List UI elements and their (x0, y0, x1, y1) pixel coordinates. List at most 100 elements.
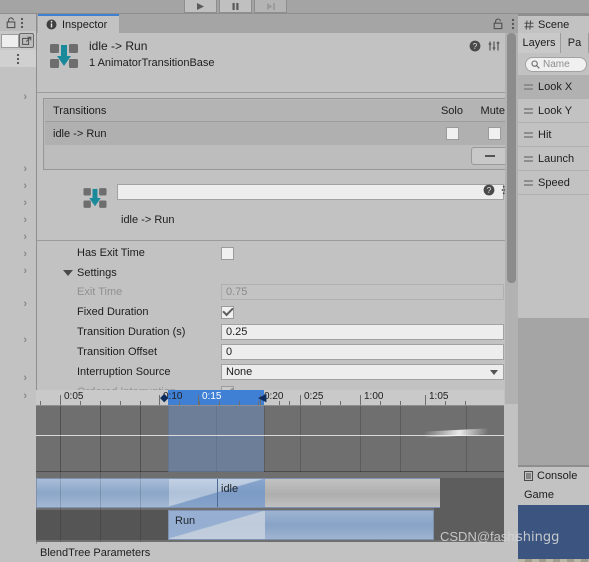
ruler-label: 0:05 (64, 391, 84, 402)
interruption-source-select[interactable]: None (221, 364, 504, 380)
parameter-label: Look X (538, 80, 573, 93)
watermark-text-overlap: shingg (516, 530, 560, 545)
tab-layers[interactable]: Layers (518, 33, 561, 53)
chevron-right-icon[interactable]: › (23, 249, 27, 260)
inspector-scrollbar[interactable] (505, 33, 518, 404)
chevron-right-icon[interactable]: › (23, 181, 27, 192)
solo-checkbox[interactable] (446, 127, 459, 140)
tab-inspector[interactable]: Inspector (38, 14, 120, 33)
table-row[interactable]: idle -> Run (45, 122, 513, 145)
parameter-label: Launch (538, 152, 575, 165)
lock-icon[interactable] (6, 16, 16, 29)
transition-object-field-block: ? idle -> Run (37, 176, 519, 238)
transition-name-input[interactable] (117, 184, 504, 200)
drag-handle-icon[interactable] (524, 82, 533, 92)
remove-transition-button[interactable] (471, 147, 509, 165)
chevron-right-icon[interactable]: › (23, 92, 27, 103)
transitions-header-label: Transitions (53, 104, 107, 117)
right-panel: Scene Layers Pa Name Look X Look Y Hit L… (516, 14, 589, 562)
property-label: Transition Offset (77, 346, 158, 358)
popup-window-icon[interactable] (19, 33, 34, 48)
settings-foldout-label: Settings (77, 266, 117, 279)
search-placeholder: Name (543, 58, 570, 70)
console-icon (524, 470, 533, 481)
chevron-right-icon[interactable]: › (23, 266, 27, 277)
transition-properties: Has Exit Time Settings Exit Time 0.75 Fi… (37, 243, 519, 402)
tab-parameters[interactable]: Pa (561, 33, 589, 53)
help-icon[interactable]: ? (483, 184, 495, 196)
property-label: Transition Duration (s) (77, 326, 186, 338)
play-button[interactable] (184, 0, 217, 13)
timeline-tracks: idle Run (36, 406, 504, 542)
header-divider (37, 92, 519, 93)
property-label: Fixed Duration (77, 306, 149, 318)
chevron-right-icon[interactable]: › (23, 198, 27, 209)
ruler-label: 1:00 (364, 391, 384, 402)
left-drag-handle-icon[interactable]: ◆ (160, 391, 169, 405)
transition-offset-field[interactable]: 0 (221, 344, 504, 360)
mute-checkbox[interactable] (488, 127, 501, 140)
kebab-menu-icon[interactable] (511, 18, 515, 30)
preset-sliders-icon[interactable] (488, 40, 500, 52)
kebab-menu-icon[interactable] (20, 17, 24, 29)
step-button[interactable] (254, 0, 287, 13)
idle-tail-region (265, 479, 440, 507)
chevron-right-icon[interactable]: › (23, 164, 27, 175)
exit-time-field: 0.75 (221, 284, 504, 300)
objectfield-divider (37, 240, 519, 241)
animator-transition-icon (81, 184, 109, 212)
has-exit-time-checkbox[interactable] (221, 246, 234, 260)
fixed-duration-checkbox[interactable] (221, 305, 234, 319)
object-header: idle -> Run 1 AnimatorTransitionBase ? (37, 33, 519, 81)
list-item[interactable]: Speed (518, 171, 589, 195)
drag-handle-icon[interactable] (524, 178, 533, 188)
ruler-label: 0:15 (202, 391, 222, 402)
blendtree-parameters-label: BlendTree Parameters (40, 547, 151, 559)
parameter-label: Speed (538, 176, 570, 189)
list-item[interactable]: Look X (518, 75, 589, 99)
partial-input-field[interactable] (1, 33, 19, 48)
drag-handle-icon[interactable] (524, 106, 533, 116)
transition-timeline: 0:05 0:10 0:15 0:20 0:25 1:00 1:05 ◆ ◀ i… (36, 390, 504, 542)
list-item[interactable]: Look Y (518, 99, 589, 123)
transition-sub-label: idle -> Run (121, 214, 175, 226)
chevron-right-icon[interactable]: › (23, 391, 27, 402)
parameter-search-row: Name (518, 53, 589, 75)
triangle-down-icon (63, 269, 73, 276)
chevron-right-icon[interactable]: › (23, 299, 27, 310)
help-icon[interactable]: ? (469, 40, 481, 52)
transition-duration-field[interactable]: 0.25 (221, 324, 504, 340)
settings-foldout[interactable]: Settings (37, 263, 519, 282)
tab-scene-label: Scene (538, 18, 570, 31)
chevron-right-icon[interactable]: › (23, 335, 27, 346)
chevron-right-icon[interactable]: › (23, 215, 27, 226)
tab-scene[interactable]: Scene (518, 14, 589, 33)
left-strip-menu-row[interactable] (0, 50, 36, 67)
pause-button[interactable] (219, 0, 252, 13)
property-label: Exit Time (77, 286, 123, 298)
chevron-right-icon[interactable]: › (23, 373, 27, 384)
search-input[interactable]: Name (525, 56, 587, 72)
parameters-list: Look X Look Y Hit Launch Speed (518, 75, 589, 318)
chevron-down-icon (490, 369, 498, 375)
drag-handle-icon[interactable] (524, 154, 533, 164)
chevron-right-icon[interactable]: › (23, 232, 27, 243)
transitions-list: Transitions Solo Mute idle -> Run (43, 98, 513, 170)
run-clip[interactable]: Run (168, 510, 434, 540)
scrollbar-thumb[interactable] (507, 33, 516, 283)
timeline-ruler[interactable]: 0:05 0:10 0:15 0:20 0:25 1:00 1:05 ◆ ◀ (36, 390, 504, 406)
preview-band (36, 406, 504, 472)
tab-console[interactable]: Console (518, 465, 589, 484)
kebab-menu-icon[interactable] (16, 53, 20, 65)
playback-controls (184, 0, 287, 13)
hierarchy-expand-arrows: › › › › › › › › › › › › (0, 67, 36, 562)
right-drag-handle-icon[interactable]: ◀ (258, 391, 267, 405)
drag-handle-icon[interactable] (524, 130, 533, 140)
lock-icon[interactable] (493, 17, 503, 30)
idle-clip[interactable]: idle (36, 478, 440, 508)
object-subtitle: 1 AnimatorTransitionBase (89, 57, 215, 69)
list-item[interactable]: Launch (518, 147, 589, 171)
tab-game[interactable]: Game (518, 484, 589, 505)
list-item[interactable]: Hit (518, 123, 589, 147)
inspector-tab-actions (493, 14, 515, 33)
